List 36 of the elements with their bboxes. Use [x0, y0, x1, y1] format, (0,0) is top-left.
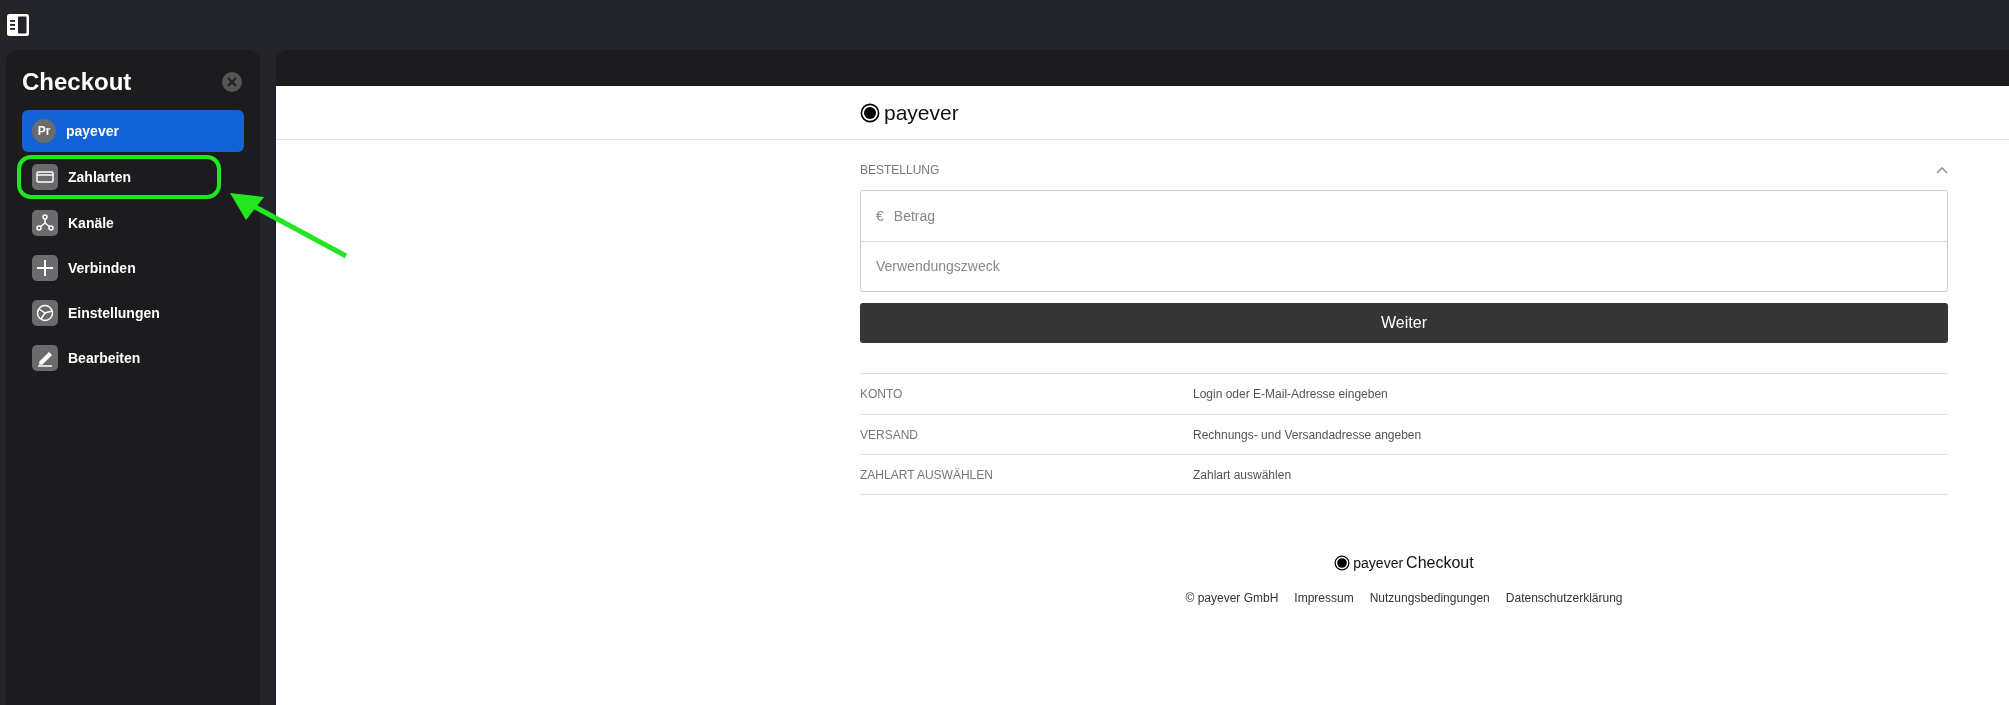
close-icon	[227, 77, 237, 87]
continue-button[interactable]: Weiter	[860, 303, 1948, 343]
sidebar-item[interactable]: Zahlarten	[22, 159, 216, 195]
logo-icon	[860, 102, 880, 123]
network-icon	[32, 210, 58, 236]
sidebar-item[interactable]: Verbinden	[22, 247, 244, 289]
sidebar-item[interactable]: Pr payever	[22, 110, 244, 152]
sidebar-item[interactable]: Einstellungen	[22, 292, 244, 334]
card-icon	[32, 164, 58, 190]
plus-icon	[32, 255, 58, 281]
payever-checkout-logo: payever Checkout	[1334, 551, 1474, 575]
step-label: VERSAND	[860, 426, 919, 444]
input-field[interactable]: Betrag	[893, 205, 1932, 227]
pen-icon	[32, 345, 58, 371]
input-field[interactable]: Verwendungszweck	[876, 256, 1932, 277]
sidebar-toggle-icon[interactable]	[6, 13, 30, 37]
step-hint: Rechnungs- und Versandadresse angeben	[1193, 426, 1422, 444]
step-label: ZAHLART AUSWÄHLEN	[860, 466, 994, 484]
logo-icon	[1334, 555, 1351, 571]
avatar: Pr	[32, 119, 56, 143]
step-label: KONTO	[860, 386, 904, 403]
sidebar-item[interactable]: Kanäle	[22, 202, 244, 244]
copyright-text: © payever GmbH	[1185, 590, 1279, 607]
sidebar-item[interactable]: Bearbeiten	[22, 337, 244, 379]
sidebar-title: Checkout	[22, 67, 132, 97]
payever-logo: payever	[860, 96, 959, 129]
section-title: BESTELLUNG	[860, 162, 940, 179]
chevron-icon[interactable]	[1936, 166, 1948, 174]
footer-link[interactable]: Nutzungsbedingungen	[1369, 589, 1490, 607]
close-button[interactable]	[222, 72, 242, 92]
footer-link[interactable]: Impressum	[1294, 589, 1354, 607]
step-hint: Login oder E-Mail-Adresse eingeben	[1193, 386, 1388, 403]
footer-link[interactable]: Datenschutzerklärung	[1505, 589, 1623, 607]
currency-label: €	[876, 206, 884, 226]
step-hint: Zahlart auswählen	[1193, 466, 1292, 484]
dial-icon	[32, 300, 58, 326]
